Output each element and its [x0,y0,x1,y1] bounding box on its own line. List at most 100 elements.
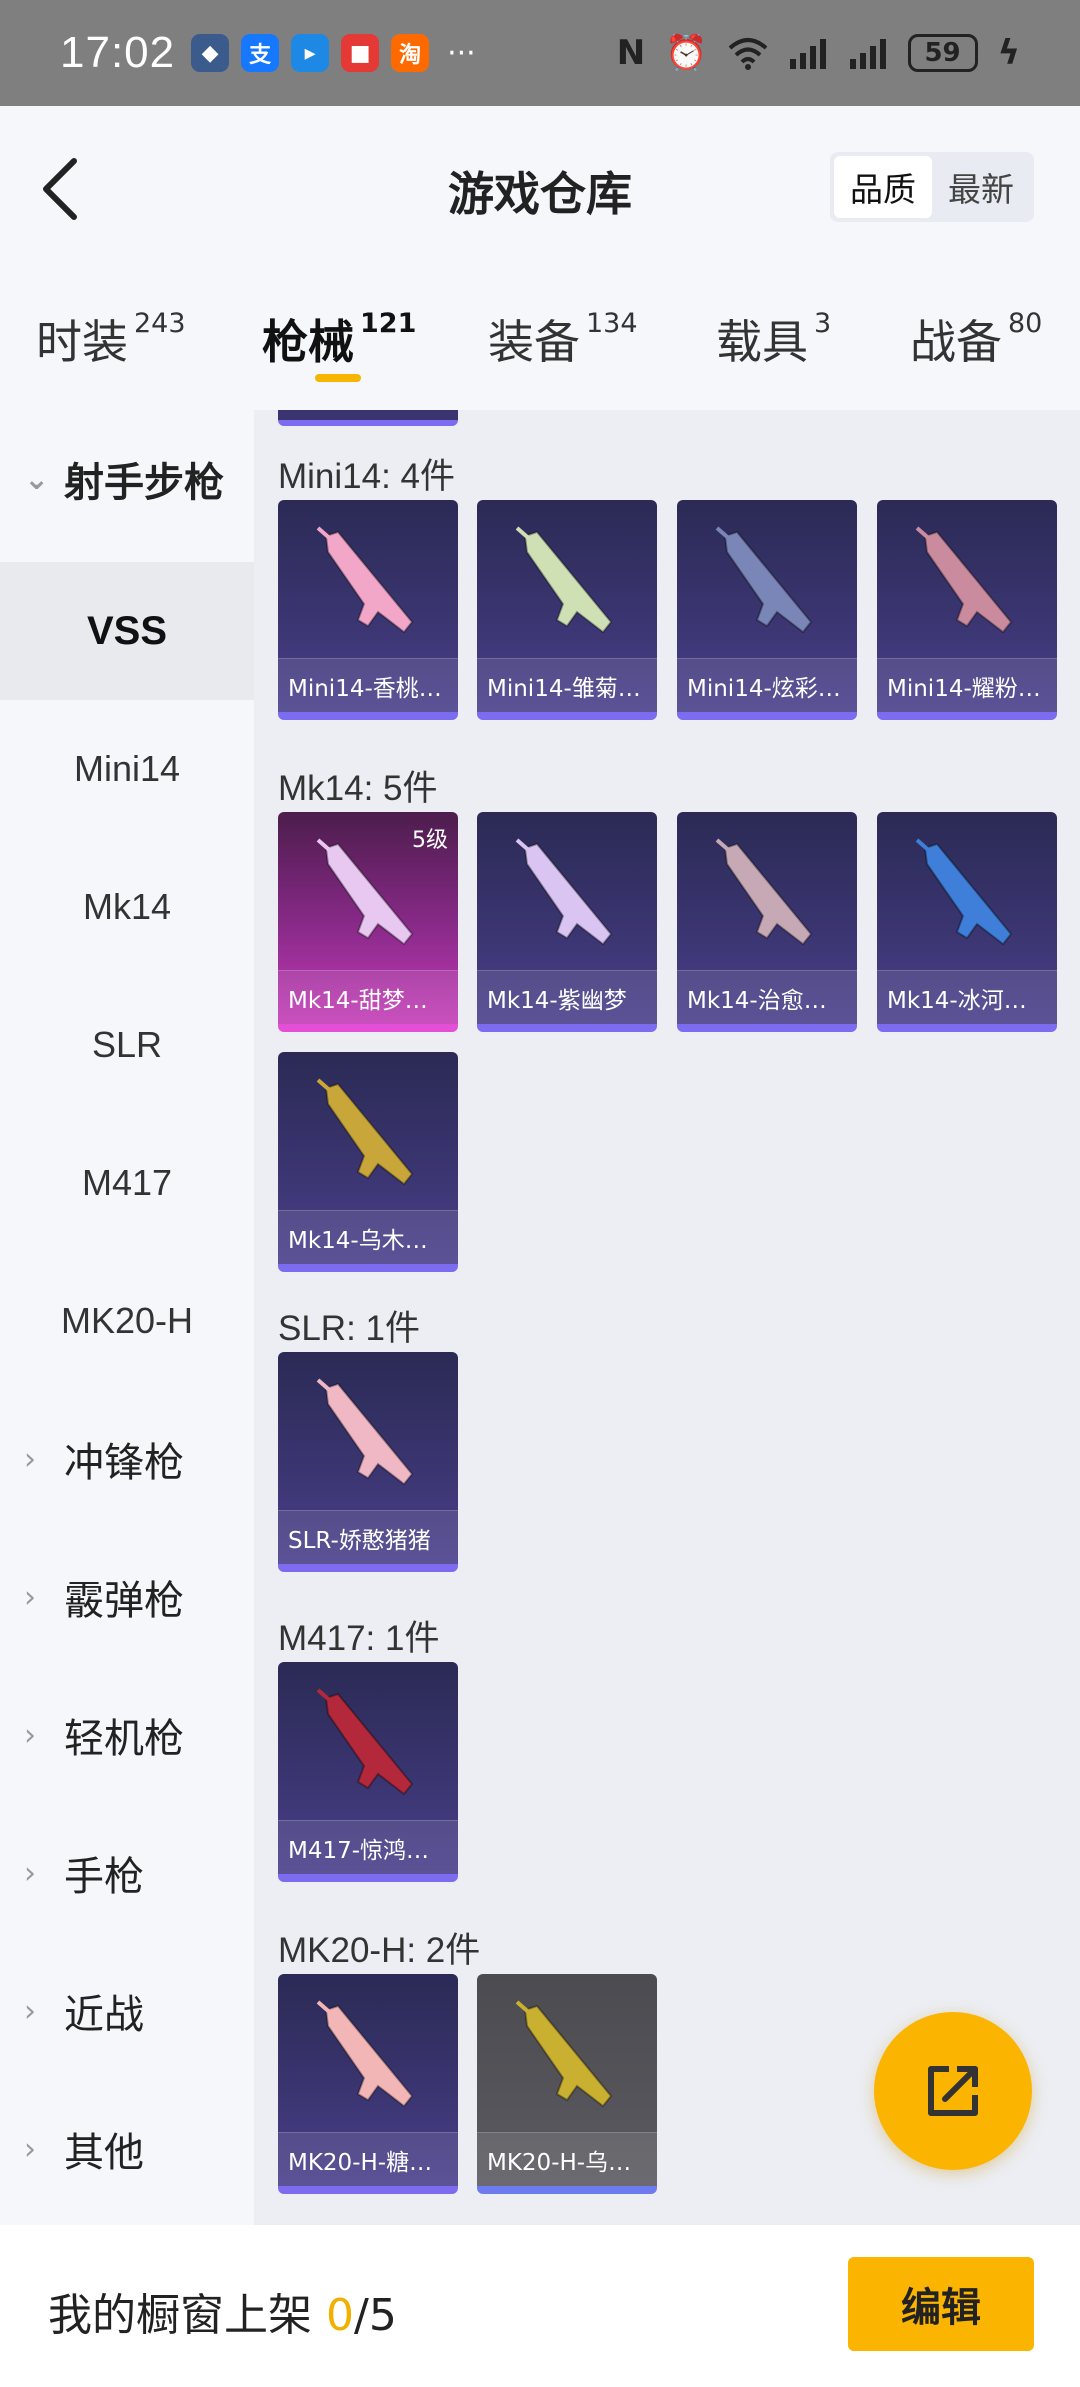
sidebar-item-slr[interactable]: SLR [0,976,254,1114]
sort-newest-button[interactable]: 最新 [932,156,1030,218]
item-card[interactable]: Mini14-炫彩… [677,500,857,720]
sidebar-group-pistol[interactable]: › 手枪 [0,1804,254,1942]
sidebar-item-mini14[interactable]: Mini14 [0,700,254,838]
sidebar-item-mk14[interactable]: Mk14 [0,838,254,976]
tab-count: 121 [360,308,417,339]
bottom-bar: 我的橱窗上架 0/5 编辑 [0,2225,1080,2387]
rifle-icon [515,526,613,634]
sidebar-group-other[interactable]: › 其他 [0,2080,254,2218]
section-title: MK20-H: 2件 [278,1931,481,1970]
charging-icon: ϟ [997,33,1020,73]
item-name: Mk14-冰河… [877,970,1057,1024]
alipay-icon: 支 [241,34,280,72]
item-card[interactable]: Mk14-冰河… [877,812,1057,1032]
red-app-icon: ■ [341,34,380,72]
signal-icon-1 [789,39,826,69]
item-name: Mk14-紫幽梦 [477,970,657,1024]
item-name: Mini14-炫彩… [677,658,857,712]
shelf-label: 我的橱窗上架 [48,2290,326,2341]
sidebar-group-marksman-rifles[interactable]: ⌄ 射手步枪 [0,410,254,548]
battery-indicator: 59 [907,34,978,72]
item-name: Mk14-乌木… [278,1210,458,1264]
sidebar-group-shotgun[interactable]: › 霰弹枪 [0,1528,254,1666]
item-card[interactable]: SLR-娇憨猪猪 [278,1352,458,1572]
signal-icon-2 [849,39,886,69]
sidebar-group-label: 其他 [64,2130,144,2176]
sidebar-group-melee[interactable]: › 近战 [0,1942,254,2080]
more-notifications-icon: ··· [447,35,476,71]
sort-toggle: 品质 最新 [830,152,1034,222]
item-card[interactable]: Mini14-耀粉… [877,500,1057,720]
status-bar: 17:02 ◆ 支 ▸ ■ 淘 ··· N ⏰ 59 ϟ [0,0,1080,106]
sidebar-group-smg[interactable]: › 冲锋枪 [0,1390,254,1528]
tab-gear[interactable]: 战备 80 [910,306,1042,372]
rifle-icon [715,526,813,634]
item-card[interactable]: 5级 Mk14-甜梦… [278,812,458,1032]
item-name: MK20-H-乌… [477,2132,657,2186]
shelf-total: /5 [354,2290,397,2341]
sidebar-item-vss[interactable]: VSS [0,562,254,700]
rifle-icon [316,1688,414,1796]
tab-fashion[interactable]: 时装 243 [36,306,186,372]
header: 游戏仓库 品质 最新 [0,106,1080,270]
rifle-icon [915,838,1013,946]
item-card[interactable]: M417-惊鸿… [278,1662,458,1882]
section-title: Mk14: 5件 [278,769,438,808]
rifle-icon [316,1378,414,1486]
tab-count: 80 [1008,308,1043,339]
item-name: Mini14-耀粉… [877,658,1057,712]
tab-firearms[interactable]: 枪械 121 [262,306,416,372]
item-name: Mk14-治愈… [677,970,857,1024]
sidebar: ⌄ 射手步枪 VSS Mini14 Mk14 SLR M417 MK20-H ›… [0,410,254,2225]
item-card[interactable]: MK20-H-乌… [477,1974,657,2194]
item-card[interactable]: Mk14-乌木… [278,1052,458,1272]
system-icons: N ⏰ 59 ϟ [617,33,1020,73]
item-card[interactable]: Mini14-雏菊… [477,500,657,720]
tab-label: 载具 [716,315,808,369]
item-card[interactable]: Mk14-治愈… [677,812,857,1032]
item-name: MK20-H-糖… [278,2132,458,2186]
rifle-icon [316,1078,414,1186]
item-name: Mini14-香桃… [278,658,458,712]
navigation-app-icon: ▸ [291,34,330,72]
item-card[interactable]: Mini14-香桃… [278,500,458,720]
shelf-used-count: 0 [326,2290,354,2341]
share-button[interactable] [874,2012,1032,2170]
edit-button[interactable]: 编辑 [848,2257,1034,2351]
shelf-status: 我的橱窗上架 0/5 [48,2279,397,2343]
game-app-icon: ◆ [191,34,230,72]
sort-quality-button[interactable]: 品质 [834,156,932,218]
tab-label: 枪械 [262,315,354,369]
status-time: 17:02 [60,28,176,77]
item-card[interactable]: Mk14-紫幽梦 [477,812,657,1032]
external-link-icon [928,2066,978,2116]
chevron-right-icon: › [24,1855,36,1891]
chevron-right-icon: › [24,1579,36,1615]
sidebar-group-lmg[interactable]: › 轻机枪 [0,1666,254,1804]
nfc-icon: N [616,33,646,73]
section-title: Mini14: 4件 [278,457,456,496]
rifle-icon [316,526,414,634]
sidebar-item-m417[interactable]: M417 [0,1114,254,1252]
tab-label: 时装 [36,315,128,369]
item-card[interactable]: MK20-H-糖… [278,1974,458,2194]
category-tabs: 时装 243 枪械 121 装备 134 载具 3 战备 80 [0,270,1080,410]
rifle-icon [316,2000,414,2108]
item-name: M417-惊鸿… [278,1820,458,1874]
section-title: M417: 1件 [278,1619,440,1658]
rifle-icon [316,838,414,946]
item-card-partial[interactable] [278,410,458,426]
section-title: SLR: 1件 [278,1309,420,1348]
tab-vehicles[interactable]: 载具 3 [716,306,831,372]
level-badge: 5级 [412,828,448,853]
rifle-icon [515,838,613,946]
sidebar-group-label: 近战 [64,1992,144,2038]
sidebar-group-label: 霰弹枪 [64,1578,184,1624]
tab-equipment[interactable]: 装备 134 [488,306,638,372]
chevron-right-icon: › [24,1717,36,1753]
sidebar-item-mk20h[interactable]: MK20-H [0,1252,254,1390]
item-grid: Mini14: 4件 Mini14-香桃… Mini14-雏菊… Mini14-炫彩…… [254,410,1080,2225]
item-name: Mk14-甜梦… [278,970,458,1024]
rifle-icon [515,2000,613,2108]
chevron-right-icon: › [24,1441,36,1477]
